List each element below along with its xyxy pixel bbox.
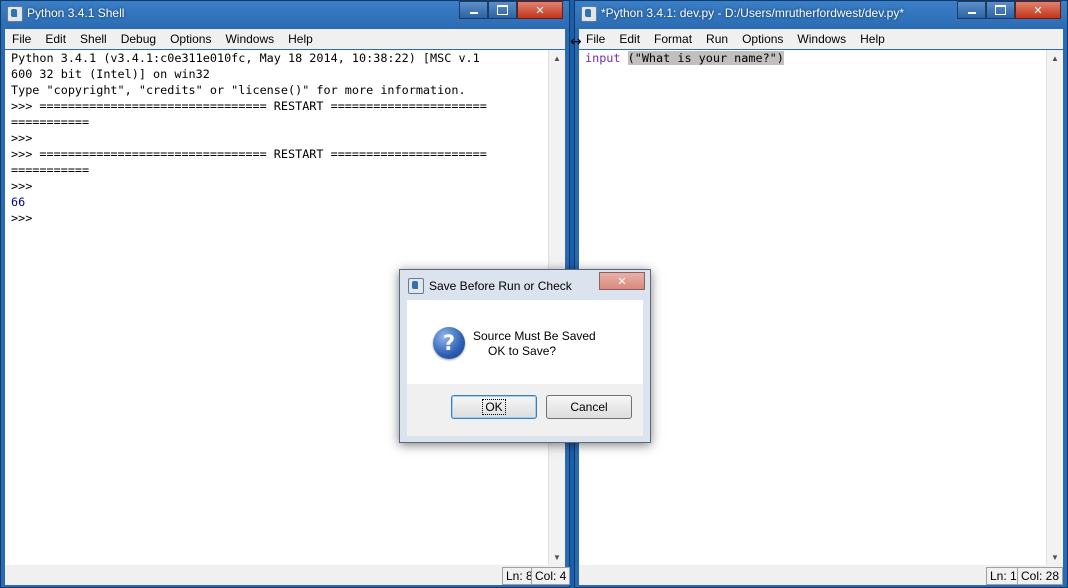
idle-app-icon (581, 6, 597, 22)
menu-edit[interactable]: Edit (38, 32, 73, 46)
minimize-icon (967, 11, 976, 14)
editor-window-title: *Python 3.4.1: dev.py - D:/Users/mruther… (601, 6, 905, 20)
scroll-up-icon[interactable]: ▲ (549, 50, 565, 66)
menu-shell[interactable]: Shell (73, 32, 114, 46)
code-keyword: input (585, 51, 621, 65)
menu-edit[interactable]: Edit (612, 32, 647, 46)
shell-window-title: Python 3.4.1 Shell (27, 6, 125, 20)
ok-button[interactable]: OK (451, 395, 537, 419)
close-button[interactable]: ✕ (517, 1, 563, 19)
dialog-close-button[interactable]: ✕ (599, 272, 645, 290)
scroll-down-icon[interactable]: ▼ (549, 549, 565, 565)
minimize-button[interactable] (957, 1, 986, 19)
menu-help[interactable]: Help (281, 32, 320, 46)
ok-button-label: OK (482, 399, 506, 415)
menu-help[interactable]: Help (853, 32, 892, 46)
close-icon: ✕ (1033, 3, 1043, 17)
shell-menubar: File Edit Shell Debug Options Windows He… (5, 29, 565, 49)
menu-format[interactable]: Format (647, 32, 699, 46)
menu-run[interactable]: Run (699, 32, 735, 46)
editor-window-controls: ✕ (957, 1, 1061, 20)
dialog-body: ? Source Must Be Saved OK to Save? (407, 300, 643, 384)
dialog-footer: OK Cancel (407, 384, 643, 436)
menu-windows[interactable]: Windows (218, 32, 281, 46)
question-icon: ? (433, 327, 465, 359)
menu-debug[interactable]: Debug (114, 32, 163, 46)
maximize-button[interactable] (488, 1, 517, 19)
dialog-title: Save Before Run or Check (429, 279, 572, 293)
shell-prompt: >>> (11, 211, 40, 225)
menu-windows[interactable]: Windows (790, 32, 853, 46)
shell-prompt: >>> (11, 179, 40, 193)
shell-line: >>> ================================ RES… (11, 147, 487, 161)
line-number-status: Ln: 1 (986, 567, 1021, 585)
shell-line: 600 32 bit (Intel)] on win32 (11, 67, 210, 81)
editor-titlebar[interactable]: *Python 3.4.1: dev.py - D:/Users/mruther… (575, 1, 1067, 27)
close-icon: ✕ (617, 274, 627, 288)
dialog-message-line1: Source Must Be Saved (473, 329, 596, 343)
scroll-down-icon[interactable]: ▼ (1047, 549, 1063, 565)
idle-app-icon (408, 278, 424, 294)
cancel-button[interactable]: Cancel (546, 395, 632, 419)
shell-line: Python 3.4.1 (v3.4.1:c0e311e010fc, May 1… (11, 51, 480, 65)
menu-options[interactable]: Options (735, 32, 790, 46)
maximize-button[interactable] (986, 1, 1015, 19)
editor-vertical-scrollbar[interactable]: ▲ ▼ (1046, 50, 1063, 565)
minimize-icon (469, 11, 478, 14)
dialog-titlebar[interactable]: Save Before Run or Check ✕ (400, 270, 650, 300)
shell-titlebar[interactable]: Python 3.4.1 Shell ✕ (1, 1, 569, 27)
maximize-icon (497, 5, 508, 15)
column-number-status: Col: 4 (531, 567, 571, 585)
shell-prompt: >>> (11, 131, 40, 145)
close-icon: ✕ (535, 3, 545, 17)
dialog-message-line2: OK to Save? (488, 344, 557, 358)
shell-statusbar: Ln: 8 Col: 4 (5, 565, 571, 585)
selected-code: ("What is your name?") (627, 51, 784, 65)
close-button[interactable]: ✕ (1015, 1, 1061, 19)
column-number-status: Col: 28 (1017, 567, 1064, 585)
shell-window-controls: ✕ (459, 1, 563, 20)
scroll-up-icon[interactable]: ▲ (1047, 50, 1063, 66)
editor-statusbar: Ln: 1 Col: 28 (579, 565, 1064, 585)
resize-cursor-icon: ↔ (570, 34, 582, 50)
menu-options[interactable]: Options (163, 32, 218, 46)
shell-line: >>> ================================ RES… (11, 99, 487, 113)
idle-app-icon (7, 6, 23, 22)
minimize-button[interactable] (459, 1, 488, 19)
shell-line: =========== (11, 115, 90, 129)
editor-menubar: File Edit Format Run Options Windows Hel… (579, 29, 1063, 49)
shell-line: Type "copyright", "credits" or "license(… (11, 83, 466, 97)
shell-output: 66 (11, 195, 26, 209)
menu-file[interactable]: File (5, 32, 38, 46)
shell-line: =========== (11, 163, 90, 177)
code-line: input ("What is your name?") (579, 50, 1047, 66)
maximize-icon (995, 5, 1006, 15)
save-before-run-dialog: Save Before Run or Check ✕ ? Source Must… (399, 269, 651, 443)
